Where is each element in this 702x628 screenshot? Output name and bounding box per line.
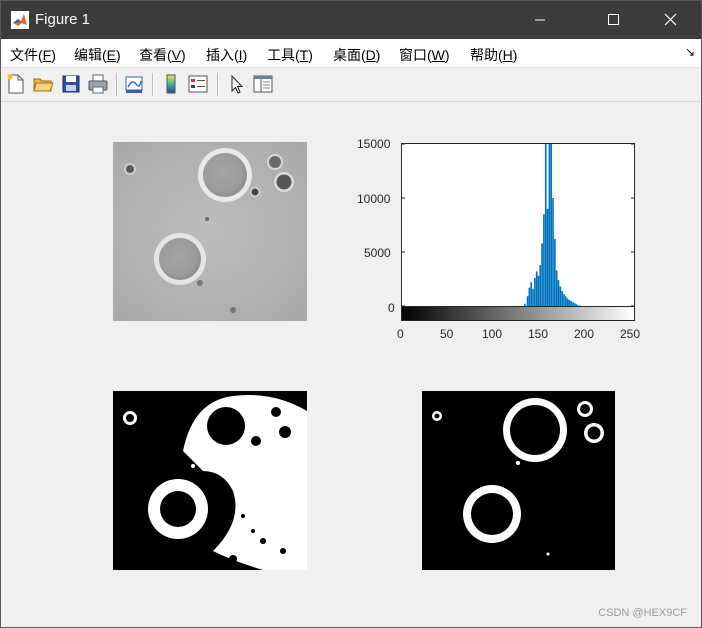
x-tick-label: 250 (620, 327, 641, 341)
histogram-bar (559, 286, 562, 306)
menu-desktop[interactable]: 桌面(D) (333, 45, 380, 65)
toolbar-separator (152, 73, 154, 96)
minimize-icon (535, 19, 545, 21)
histogram-bar (534, 277, 536, 306)
histogram-bar (541, 243, 543, 306)
x-tick-label: 100 (482, 327, 503, 341)
y-tick-label: 15000 (357, 137, 391, 151)
open-file-icon[interactable] (32, 73, 54, 95)
save-icon[interactable] (60, 73, 82, 95)
y-tick-label: 5000 (364, 246, 391, 260)
histogram-axes (401, 143, 635, 307)
maximize-button[interactable] (590, 1, 636, 39)
minimize-button[interactable] (517, 1, 563, 39)
menu-edit[interactable]: 编辑(E) (74, 45, 121, 65)
histogram-bar (532, 288, 534, 306)
menu-view[interactable]: 查看(V) (139, 45, 186, 65)
matlab-icon (11, 11, 29, 29)
y-tick-label: 10000 (357, 192, 391, 206)
histogram-bar (535, 271, 538, 306)
binary-cleaned-image (422, 391, 615, 570)
histogram-bar (552, 198, 554, 306)
close-icon (664, 13, 677, 26)
window-title: Figure 1 (35, 11, 91, 28)
toolbar-separator (116, 73, 118, 96)
histogram-bar (550, 144, 553, 306)
binary-threshold-image (113, 391, 307, 570)
link-plot-icon[interactable] (123, 73, 145, 95)
grayscale-colorbar (401, 306, 635, 321)
menu-window[interactable]: 窗口(W) (399, 45, 450, 65)
histogram-bar (548, 144, 551, 306)
toolbar (1, 68, 701, 102)
histogram-bar (546, 208, 549, 306)
x-tick-label: 200 (574, 327, 595, 341)
pointer-icon[interactable] (225, 73, 247, 95)
histogram-bar (539, 264, 542, 306)
grayscale-micrograph (113, 142, 307, 321)
maximize-icon (608, 14, 619, 25)
histogram-bar (564, 296, 567, 306)
histogram-bar (526, 296, 529, 306)
x-tick-label: 0 (397, 327, 404, 341)
print-icon[interactable] (87, 73, 109, 95)
histogram-bar (537, 275, 540, 306)
histogram-bar (566, 298, 569, 306)
menu-file[interactable]: 文件(F) (10, 45, 56, 65)
title-bar[interactable]: Figure 1 (1, 1, 701, 39)
new-figure-icon[interactable] (5, 73, 27, 95)
histogram-bar (555, 270, 558, 306)
histogram-bar (557, 280, 560, 306)
histogram-bar (554, 239, 556, 306)
toolbar-separator (217, 73, 219, 96)
watermark: CSDN @HEX9CF (598, 607, 687, 619)
histogram-bar (563, 294, 565, 306)
colorbar-icon[interactable] (160, 73, 182, 95)
figure-window: Figure 1 文件(F) 编辑(E) 查看(V) 插入(I) 工具(T) 桌… (0, 0, 702, 628)
histogram-bar (544, 144, 547, 306)
menu-bar: 文件(F) 编辑(E) 查看(V) 插入(I) 工具(T) 桌面(D) 窗口(W… (1, 39, 701, 68)
legend-icon[interactable] (187, 73, 209, 95)
histogram-plot (402, 144, 634, 306)
histogram-bar (561, 290, 563, 306)
histogram-bar (543, 214, 545, 306)
histogram-bar (528, 287, 531, 306)
close-button[interactable] (647, 1, 693, 39)
menu-insert[interactable]: 插入(I) (206, 45, 247, 65)
menu-tools[interactable]: 工具(T) (267, 45, 313, 65)
menu-overflow-icon[interactable]: ↘ (685, 45, 695, 59)
y-tick-label: 0 (388, 301, 395, 315)
x-tick-label: 50 (440, 327, 454, 341)
property-editor-icon[interactable] (252, 73, 274, 95)
x-tick-label: 150 (528, 327, 549, 341)
menu-help[interactable]: 帮助(H) (470, 45, 517, 65)
histogram-bar (530, 282, 533, 306)
